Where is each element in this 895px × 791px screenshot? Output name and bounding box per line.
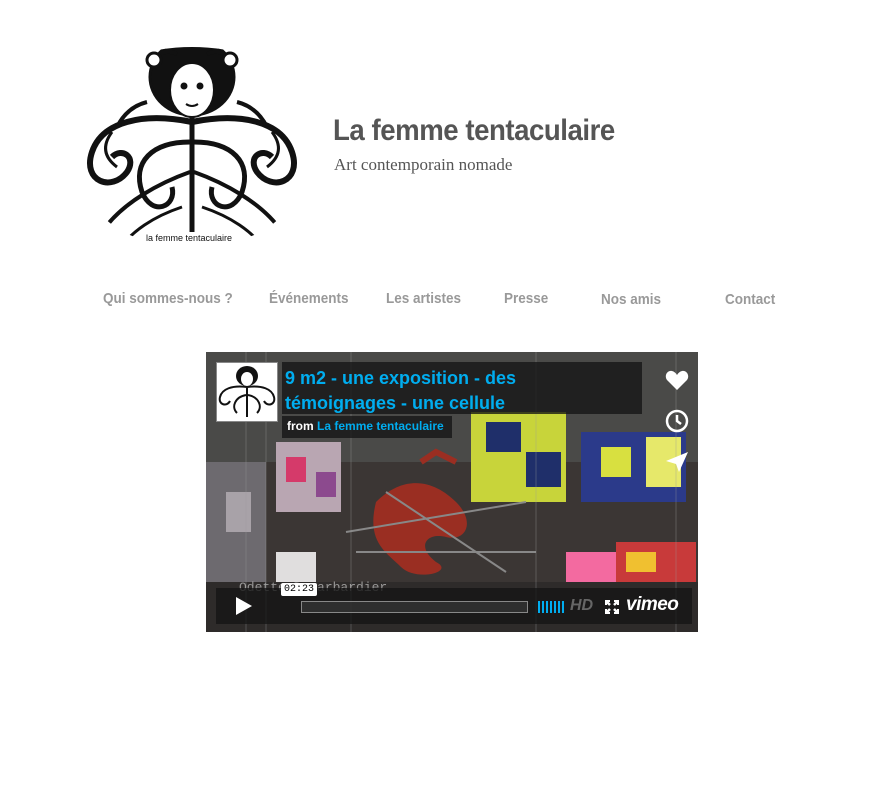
site-tagline: Art contemporain nomade	[334, 155, 513, 174]
video-player[interactable]: Odette Ducarbardier 9 m2 - une expositio…	[206, 352, 698, 632]
vimeo-logo[interactable]: vimeo	[626, 594, 679, 616]
byline-prefix: from	[287, 419, 314, 433]
like-button[interactable]	[662, 365, 692, 395]
progress-bar[interactable]	[301, 601, 528, 613]
heart-icon	[665, 370, 689, 390]
send-icon	[666, 452, 688, 472]
play-icon	[236, 597, 252, 615]
video-timecode: 02:23	[281, 583, 318, 596]
hd-toggle[interactable]: HD	[570, 597, 593, 615]
logo-caption: la femme tentaculaire	[146, 233, 233, 243]
watch-later-button[interactable]	[662, 406, 692, 436]
clock-icon	[665, 409, 689, 433]
play-button[interactable]	[222, 593, 264, 619]
nav-item-presse[interactable]: Presse	[504, 290, 548, 307]
nav-item-nos-amis[interactable]: Nos amis	[601, 291, 661, 308]
site-title[interactable]: La femme tentaculaire	[333, 114, 615, 148]
volume-icon[interactable]	[538, 601, 564, 613]
video-byline: from La femme tentaculaire	[287, 419, 444, 433]
nav-item-qui-sommes-nous[interactable]: Qui sommes-nous ?	[103, 290, 233, 307]
nav-item-les-artistes[interactable]: Les artistes	[386, 290, 461, 307]
fullscreen-icon[interactable]	[605, 600, 619, 614]
nav-item-contact[interactable]: Contact	[725, 291, 775, 308]
channel-thumbnail[interactable]	[216, 362, 278, 422]
video-title[interactable]: 9 m2 - une exposition - des témoignages …	[285, 366, 575, 416]
nav-item-evenements[interactable]: Événements	[269, 290, 349, 307]
site-logo[interactable]	[82, 32, 302, 246]
video-owner-link[interactable]: La femme tentaculaire	[317, 419, 444, 433]
channel-logo-icon	[218, 366, 276, 417]
share-button[interactable]	[662, 447, 692, 477]
